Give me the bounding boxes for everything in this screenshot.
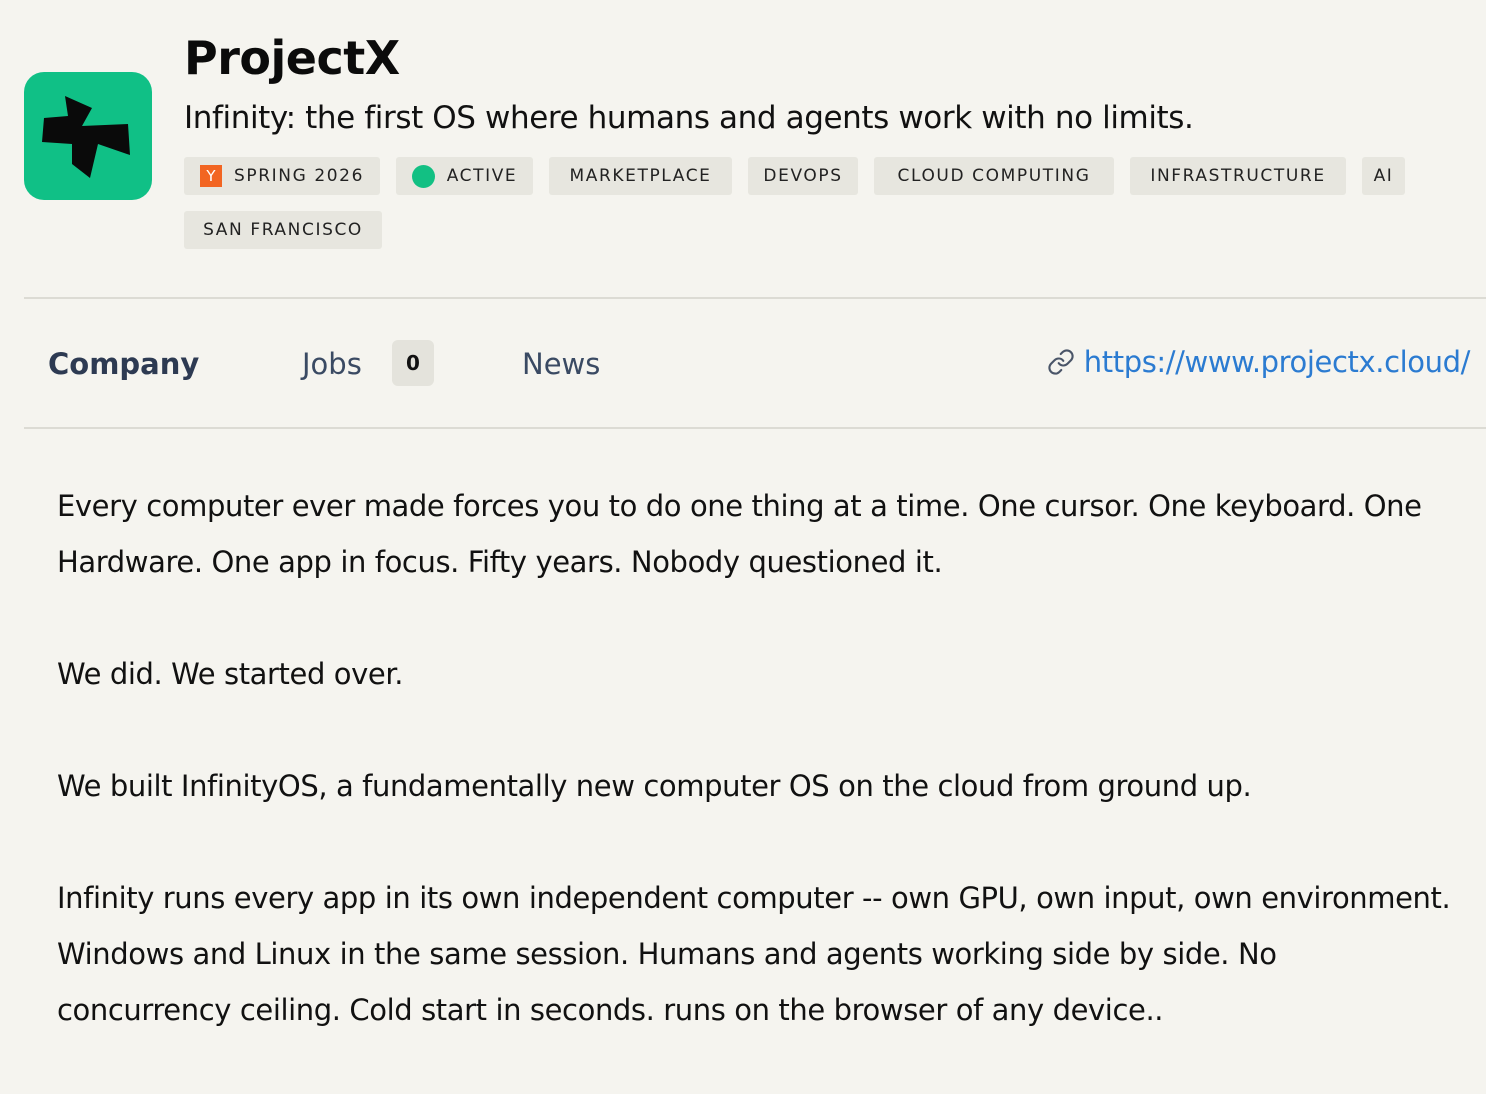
description-paragraph: Infinity runs every app in its own indep… — [57, 881, 1451, 1027]
description-paragraph: Every computer ever made forces you to d… — [57, 489, 1422, 579]
company-logo — [24, 72, 152, 200]
company-name: ProjectX — [184, 31, 400, 85]
location-tag[interactable]: SAN FRANCISCO — [184, 211, 382, 249]
batch-tag[interactable]: Y SPRING 2026 — [184, 157, 380, 195]
yc-logo-icon: Y — [199, 165, 222, 187]
tab-company[interactable]: Company — [48, 344, 199, 384]
tab-jobs[interactable]: Jobs — [302, 344, 362, 384]
projectx-logo-icon — [42, 96, 130, 178]
industry-tag-marketplace[interactable]: MARKETPLACE — [549, 157, 732, 195]
company-description: Every computer ever made forces you to d… — [57, 478, 1457, 1094]
jobs-count-badge: 0 — [392, 340, 434, 386]
description-paragraph: We built InfinityOS, a fundamentally new… — [57, 769, 1252, 803]
tabs-divider — [24, 427, 1486, 429]
status-dot-icon — [411, 164, 435, 188]
industry-tag-devops[interactable]: DEVOPS — [748, 157, 858, 195]
company-tagline: Infinity: the first OS where humans and … — [184, 100, 1194, 136]
status-tag[interactable]: ACTIVE — [396, 157, 533, 195]
description-paragraph: We did. We started over. — [57, 657, 404, 691]
tab-news[interactable]: News — [522, 344, 600, 384]
status-tag-label: ACTIVE — [446, 166, 518, 186]
link-icon — [1046, 347, 1076, 377]
industry-tag-ai[interactable]: AI — [1362, 157, 1405, 195]
industry-tag-cloud-computing[interactable]: CLOUD COMPUTING — [874, 157, 1114, 195]
batch-tag-label: SPRING 2026 — [233, 166, 365, 186]
website-url: https://www.projectx.cloud/ — [1083, 345, 1471, 379]
industry-tag-infrastructure[interactable]: INFRASTRUCTURE — [1130, 157, 1346, 195]
website-link[interactable]: https://www.projectx.cloud/ — [1046, 342, 1470, 382]
header-divider — [24, 297, 1486, 299]
